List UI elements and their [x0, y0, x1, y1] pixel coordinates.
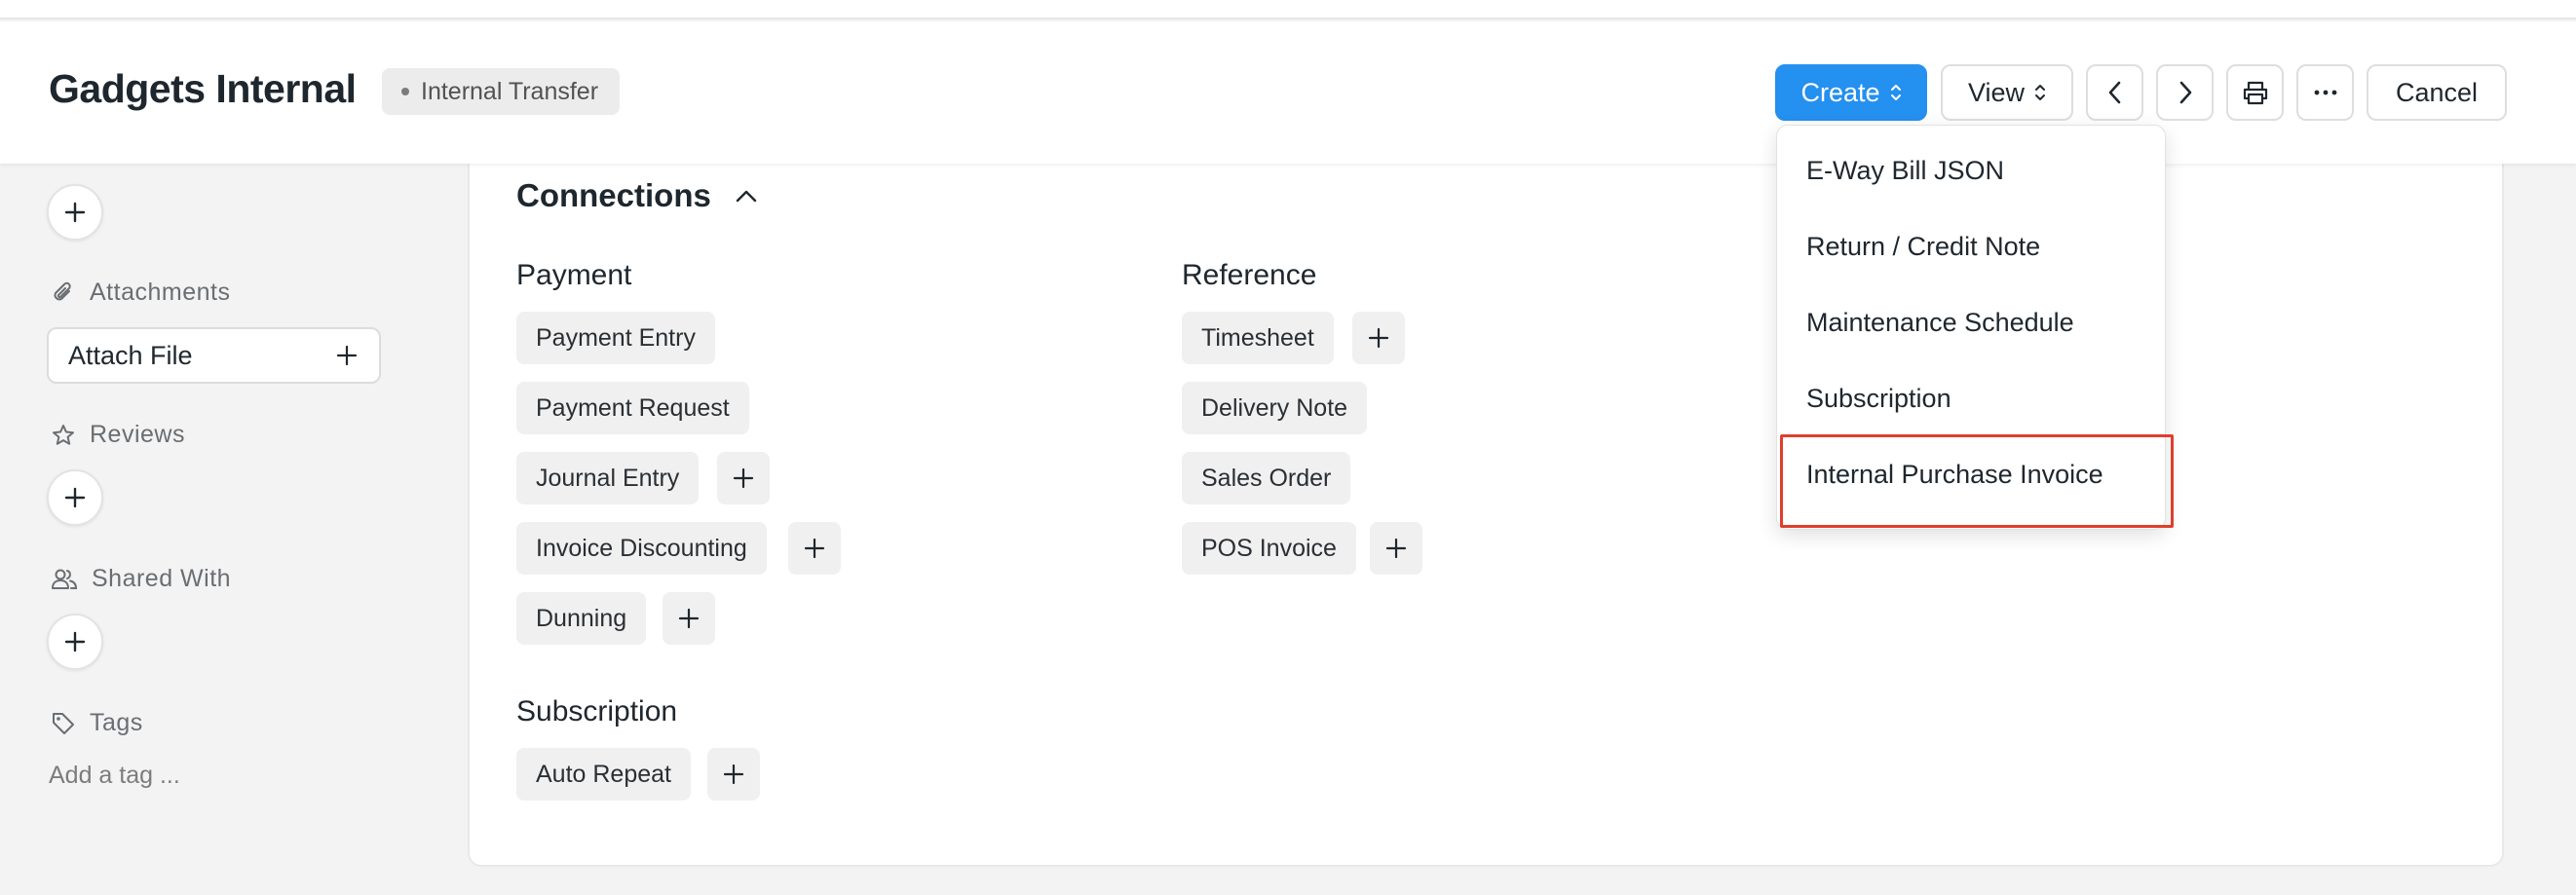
- connections-header[interactable]: Connections: [516, 177, 758, 214]
- highlight-box: [1780, 434, 2174, 528]
- delivery-note-link[interactable]: Delivery Note: [1182, 382, 1368, 434]
- attachments-label: Attachments: [51, 279, 230, 307]
- attach-file-label: Attach File: [68, 340, 193, 370]
- view-button-label: View: [1967, 77, 2026, 107]
- menu-item-e-way-bill-json[interactable]: E-Way Bill JSON: [1806, 156, 2004, 186]
- add-pos-invoice-button[interactable]: [1370, 522, 1422, 575]
- payment-group-title: Payment: [516, 259, 632, 291]
- payment-request-link[interactable]: Payment Request: [516, 382, 749, 434]
- create-button-label: Create: [1800, 77, 1880, 107]
- chevron-left-icon: [2108, 81, 2120, 104]
- attachments-text: Attachments: [90, 279, 231, 306]
- pos-invoice-link[interactable]: POS Invoice: [1182, 522, 1356, 575]
- page-title: Gadgets Internal: [49, 66, 357, 111]
- menu-item-maintenance-schedule[interactable]: Maintenance Schedule: [1806, 308, 2074, 338]
- reviews-label: Reviews: [51, 421, 185, 449]
- add-journal-entry-button[interactable]: [717, 452, 770, 504]
- sort-updown-icon: [1890, 83, 1902, 102]
- plus-icon: [64, 631, 86, 653]
- add-auto-repeat-button[interactable]: [707, 748, 760, 801]
- payment-entry-link[interactable]: Payment Entry: [516, 312, 715, 364]
- chevron-right-icon: [2179, 81, 2191, 104]
- sales-order-link[interactable]: Sales Order: [1182, 452, 1351, 504]
- cancel-button-label: Cancel: [2395, 77, 2479, 107]
- tags-label: Tags: [51, 709, 143, 737]
- add-dunning-button[interactable]: [663, 592, 715, 645]
- print-button[interactable]: [2226, 64, 2284, 121]
- timesheet-link[interactable]: Timesheet: [1182, 312, 1334, 364]
- dunning-link[interactable]: Dunning: [516, 592, 647, 645]
- add-tag-link[interactable]: Add a tag ...: [49, 762, 180, 790]
- plus-icon: [733, 467, 754, 489]
- cancel-button[interactable]: Cancel: [2367, 64, 2507, 121]
- shared-with-text: Shared With: [92, 565, 232, 592]
- plus-icon: [1385, 538, 1407, 559]
- more-button[interactable]: [2296, 64, 2354, 121]
- plus-icon: [678, 608, 700, 629]
- plus-icon: [64, 487, 86, 508]
- create-dropdown-menu: E-Way Bill JSON Return / Credit Note Mai…: [1776, 125, 2174, 530]
- menu-item-return-credit-note[interactable]: Return / Credit Note: [1806, 232, 2040, 262]
- invoice-discounting-link[interactable]: Invoice Discounting: [516, 522, 767, 575]
- attach-file-button[interactable]: Attach File: [47, 327, 381, 384]
- connections-card: [468, 136, 2504, 867]
- paperclip-icon: [54, 281, 71, 300]
- connections-title: Connections: [516, 177, 711, 213]
- top-strip: [0, 0, 2576, 19]
- sidebar: Attachments Attach File Reviews Shared W…: [0, 164, 448, 895]
- add-button[interactable]: [47, 184, 103, 241]
- printer-icon: [2243, 81, 2267, 105]
- status-dot: [401, 88, 409, 95]
- users-icon: [52, 569, 78, 589]
- menu-item-subscription[interactable]: Subscription: [1806, 384, 1951, 414]
- view-button[interactable]: View: [1941, 64, 2073, 121]
- plus-icon: [804, 538, 825, 559]
- page-header: Gadgets Internal Internal Transfer Creat…: [0, 21, 2576, 164]
- chevron-up-icon: [736, 190, 757, 203]
- subscription-group-title: Subscription: [516, 695, 678, 727]
- status-badge: Internal Transfer: [382, 68, 621, 115]
- reference-group-title: Reference: [1182, 259, 1317, 291]
- auto-repeat-link[interactable]: Auto Repeat: [516, 748, 691, 801]
- create-button[interactable]: Create: [1775, 64, 1927, 121]
- reviews-text: Reviews: [90, 421, 185, 448]
- more-icon: [2314, 90, 2336, 95]
- plus-icon: [723, 764, 744, 785]
- plus-icon: [64, 202, 86, 223]
- tags-text: Tags: [90, 709, 143, 736]
- journal-entry-link[interactable]: Journal Entry: [516, 452, 700, 504]
- add-timesheet-button[interactable]: [1352, 312, 1405, 364]
- sort-updown-icon: [2034, 83, 2046, 102]
- star-icon: [53, 424, 74, 445]
- share-button[interactable]: [47, 614, 103, 670]
- add-review-button[interactable]: [47, 469, 103, 526]
- tag-icon: [53, 712, 74, 734]
- add-invoice-discounting-button[interactable]: [788, 522, 841, 575]
- shared-with-label: Shared With: [51, 565, 231, 593]
- next-button[interactable]: [2156, 64, 2214, 121]
- plus-icon: [1368, 327, 1389, 349]
- previous-button[interactable]: [2086, 64, 2143, 121]
- plus-icon: [336, 345, 358, 366]
- status-text: Internal Transfer: [421, 77, 599, 105]
